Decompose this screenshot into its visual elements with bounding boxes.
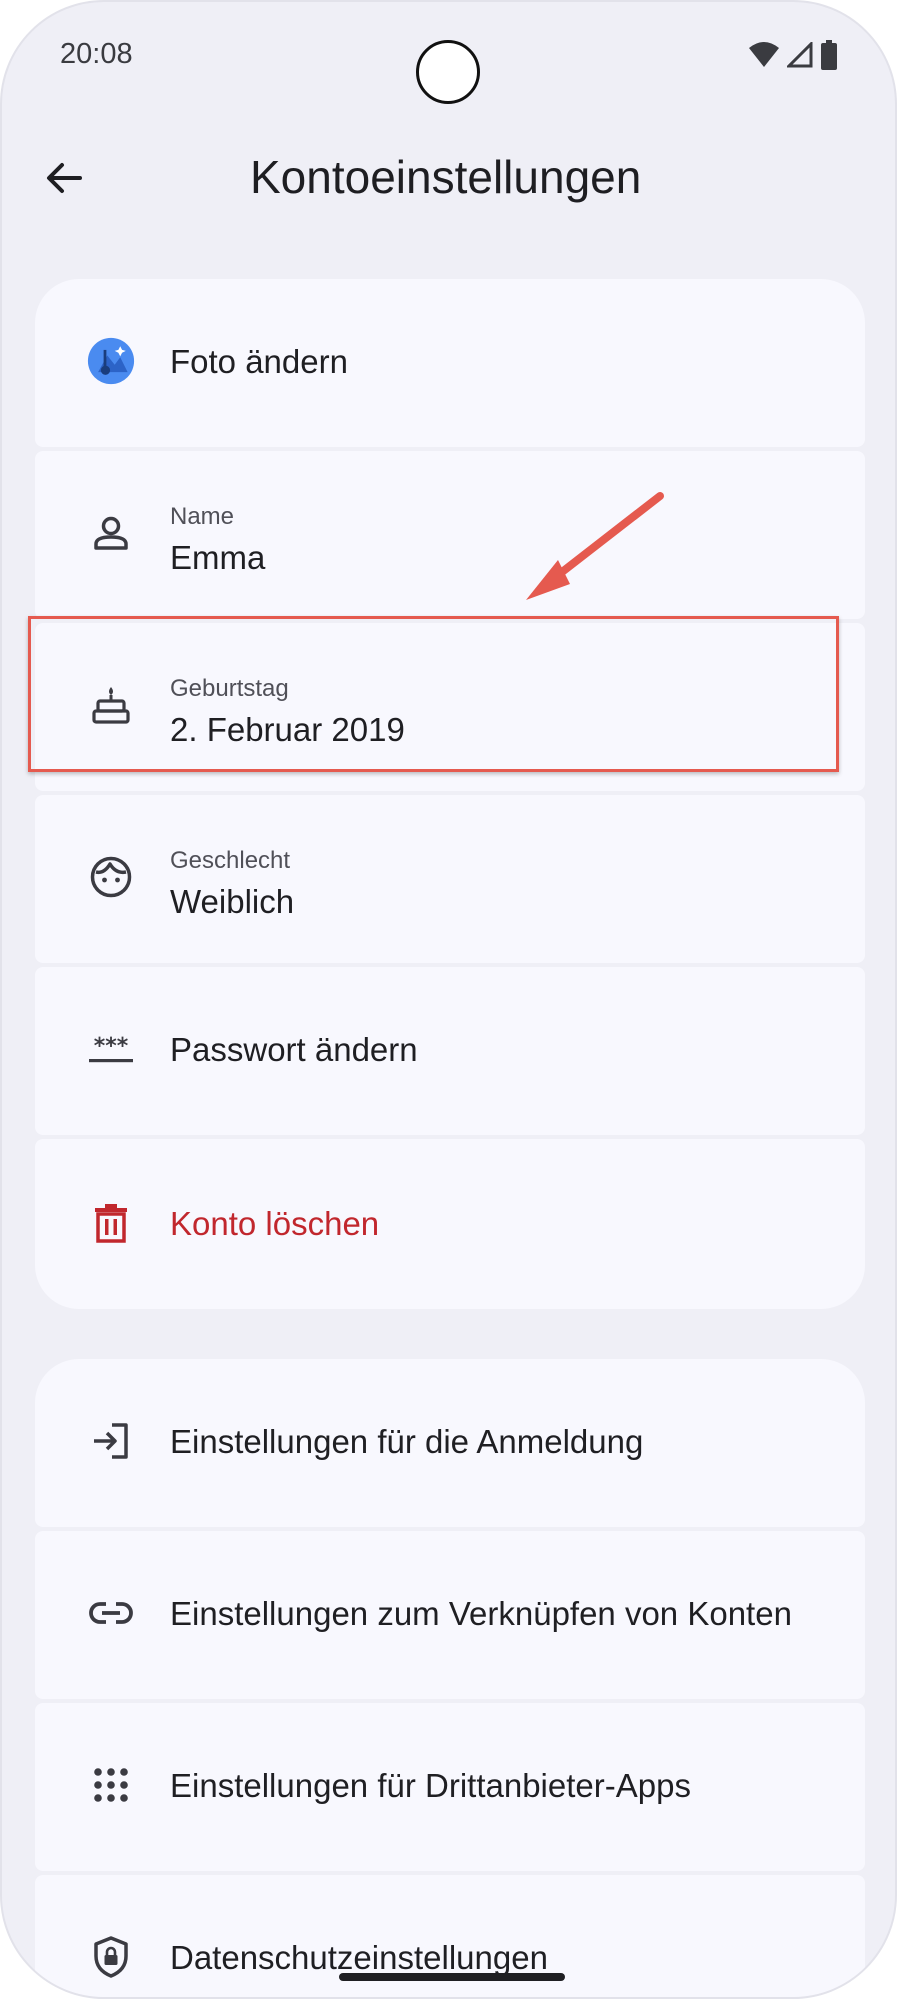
name-item[interactable]: Name Emma (35, 451, 865, 619)
signal-icon (787, 42, 813, 68)
signin-settings-item[interactable]: Einstellungen für die Anmeldung (35, 1359, 865, 1527)
third-party-apps-label: Einstellungen für Drittanbieter-Apps (170, 1767, 691, 1804)
linked-accounts-label: Einstellungen zum Verknüpfen von Konten (170, 1595, 792, 1632)
gender-value: Weiblich (170, 883, 295, 920)
status-time: 20:08 (60, 38, 133, 70)
wifi-icon (749, 42, 779, 67)
delete-account-item[interactable]: Konto löschen (35, 1139, 865, 1309)
app-bar: Kontoeinstellungen (2, 142, 895, 214)
highlight-box (28, 616, 839, 772)
face-icon (87, 853, 135, 901)
password-icon: *** (87, 1025, 135, 1073)
login-icon (87, 1417, 135, 1465)
gender-label: Geschlecht (170, 847, 291, 874)
change-photo-item[interactable]: Foto ändern (35, 279, 865, 447)
annotation-arrow-icon (526, 492, 664, 600)
name-label: Name (170, 503, 235, 530)
person-icon (87, 509, 135, 557)
gender-item[interactable]: Geschlecht Weiblich (35, 795, 865, 963)
status-icons (749, 40, 837, 70)
change-password-item[interactable]: *** Passwort ändern (35, 967, 865, 1135)
change-password-label: Passwort ändern (170, 1031, 418, 1068)
battery-icon (821, 40, 837, 70)
settings-group: Einstellungen für die Anmeldung Einstell… (35, 1359, 865, 1997)
third-party-apps-item[interactable]: Einstellungen für Drittanbieter-Apps (35, 1703, 865, 1871)
link-icon (87, 1589, 135, 1637)
phone-screen: 20:08 Kontoeinstellungen Foto ändern Nam… (0, 0, 897, 1999)
apps-grid-icon (87, 1761, 135, 1809)
signin-settings-label: Einstellungen für die Anmeldung (170, 1423, 644, 1460)
page-title: Kontoeinstellungen (250, 151, 642, 203)
front-camera (416, 40, 480, 104)
svg-text:***: *** (94, 1034, 129, 1059)
photo-avatar-icon (87, 337, 135, 385)
shield-lock-icon (87, 1933, 135, 1981)
home-indicator[interactable] (339, 1973, 565, 1981)
back-button[interactable] (36, 150, 92, 206)
linked-accounts-item[interactable]: Einstellungen zum Verknüpfen von Konten (35, 1531, 865, 1699)
trash-icon (87, 1199, 135, 1247)
privacy-settings-label: Datenschutzeinstellungen (170, 1939, 548, 1976)
name-value: Emma (170, 539, 266, 576)
arrow-back-icon (47, 163, 82, 193)
change-photo-label: Foto ändern (170, 343, 348, 380)
delete-account-label: Konto löschen (170, 1205, 380, 1242)
account-group: Foto ändern Name Emma Geburtstag 2. Febr… (35, 279, 865, 1309)
